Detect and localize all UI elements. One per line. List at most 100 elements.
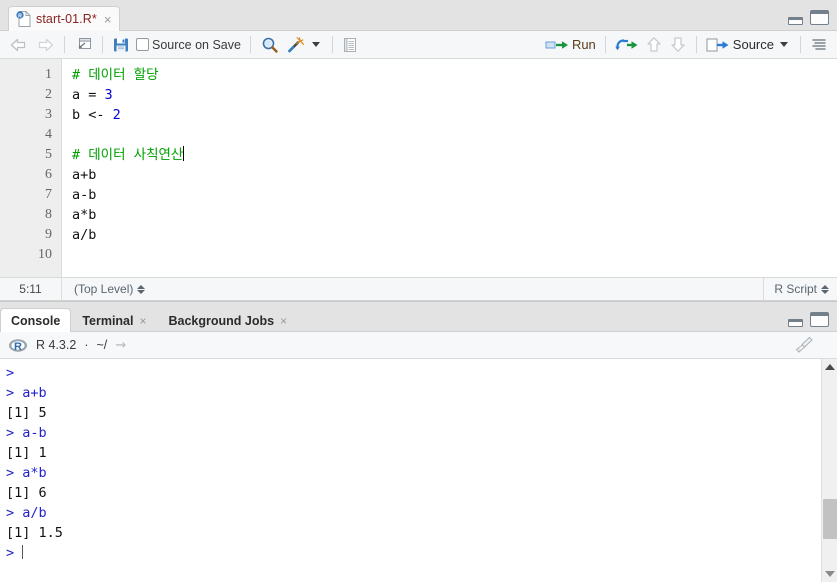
code-line: a = 3 xyxy=(72,85,837,105)
scroll-down-arrow-icon[interactable] xyxy=(822,566,837,582)
console-result: [1] 1.5 xyxy=(6,525,63,541)
tab-background-jobs[interactable]: Background Jobs × xyxy=(158,308,299,332)
rerun-button[interactable] xyxy=(612,34,642,55)
toolbar-divider xyxy=(604,36,606,53)
scroll-up-arrow-icon[interactable] xyxy=(822,359,837,375)
source-label: Source xyxy=(732,37,774,52)
compile-report-button[interactable] xyxy=(339,34,361,55)
line-number: 8 xyxy=(45,207,52,222)
working-directory-label[interactable]: ~/ xyxy=(96,338,107,352)
code-tools-button[interactable] xyxy=(283,34,326,55)
maximize-icon[interactable] xyxy=(810,10,829,25)
code-number: 3 xyxy=(104,87,113,103)
console-command: a/b xyxy=(22,505,47,521)
run-button[interactable]: Run xyxy=(542,34,599,55)
forward-arrow-icon xyxy=(38,38,54,51)
show-in-new-window-button[interactable] xyxy=(71,34,96,55)
code-line: a-b xyxy=(72,185,837,205)
tab-terminal[interactable]: Terminal × xyxy=(71,308,157,332)
code-number: 2 xyxy=(112,107,121,123)
source-tab-start-01[interactable]: R start-01.R* × xyxy=(8,6,121,31)
line-number: 10 xyxy=(38,247,52,262)
tab-background-jobs-close-icon[interactable]: × xyxy=(280,314,287,328)
go-to-next-chunk-icon xyxy=(671,37,685,52)
minimize-icon[interactable] xyxy=(788,17,803,25)
find-replace-button[interactable] xyxy=(257,34,283,55)
console-line: > xyxy=(6,543,837,563)
source-on-save-label: Source on Save xyxy=(152,37,241,52)
source-status-bar: 5:11 (Top Level) R Script xyxy=(0,277,837,300)
previous-chunk-button[interactable] xyxy=(642,34,666,55)
document-outline-button[interactable] xyxy=(807,34,831,55)
chevron-down-icon[interactable] xyxy=(311,42,320,47)
cursor-position: 5:11 xyxy=(0,278,62,300)
line-number: 1 xyxy=(45,67,52,82)
run-label: Run xyxy=(571,37,596,52)
source-icon xyxy=(706,38,729,51)
source-window-controls xyxy=(788,10,829,25)
source-on-save-checkbox[interactable] xyxy=(136,38,149,51)
source-tab-title: start-01.R* xyxy=(36,12,97,26)
chevron-down-icon[interactable] xyxy=(780,42,788,47)
scope-updown-icon[interactable] xyxy=(137,284,146,294)
console-line: [1] 1.5 xyxy=(6,523,837,543)
console-scrollbar[interactable] xyxy=(821,359,837,582)
code-line: a*b xyxy=(72,205,837,225)
code-assignment-lhs: b <- xyxy=(72,107,113,123)
scope-selector[interactable]: (Top Level) xyxy=(62,282,146,296)
tab-background-jobs-label: Background Jobs xyxy=(168,313,275,328)
line-number: 5 xyxy=(45,147,52,162)
line-number: 3 xyxy=(45,107,52,122)
code-text-area[interactable]: # 데이터 할당 a = 3 b <- 2 # 데이터 사칙연산 a+b a-b… xyxy=(62,59,837,277)
run-icon xyxy=(545,40,568,49)
next-chunk-button[interactable] xyxy=(666,34,690,55)
console-line: [1] 6 xyxy=(6,483,837,503)
r-version-label: R 4.3.2 xyxy=(36,338,77,352)
source-on-save-toggle[interactable]: Source on Save xyxy=(133,34,244,55)
code-editor[interactable]: 1 2 3 4 5 6 7 8 9 10 # 데이터 할당 a = 3 b <-… xyxy=(0,59,837,277)
rstudio-window: R start-01.R* × Source on Save Run Sourc… xyxy=(0,0,837,582)
scope-label: (Top Level) xyxy=(74,282,134,296)
file-type-updown-icon[interactable] xyxy=(821,284,829,294)
tab-console[interactable]: Console xyxy=(0,308,72,332)
console-session-bar: R R 4.3.2 · ~/ ⇝ xyxy=(0,332,837,359)
console-line: > xyxy=(6,363,837,383)
scrollbar-thumb[interactable] xyxy=(823,499,837,539)
console-prompt: > xyxy=(6,465,23,481)
code-assignment-lhs: a = xyxy=(72,87,105,103)
maximize-icon[interactable] xyxy=(810,312,829,327)
find-replace-icon xyxy=(262,37,278,53)
file-type-selector[interactable]: R Script xyxy=(763,278,829,300)
back-arrow-icon xyxy=(10,38,26,51)
tab-console-label: Console xyxy=(11,313,61,328)
file-type-label: R Script xyxy=(774,282,817,296)
minimize-icon[interactable] xyxy=(788,319,803,327)
back-button[interactable] xyxy=(6,34,32,55)
console-window-controls xyxy=(788,312,829,327)
source-button[interactable]: Source xyxy=(703,34,794,55)
compile-report-icon xyxy=(343,38,356,52)
code-line: b <- 2 xyxy=(72,105,837,125)
code-tools-magic-wand-icon xyxy=(288,36,305,52)
console-result: [1] 1 xyxy=(6,445,47,461)
source-tab-close-icon[interactable]: × xyxy=(102,13,112,26)
document-outline-icon xyxy=(812,38,826,50)
console-result: [1] 5 xyxy=(6,405,47,421)
toolbar-divider xyxy=(695,36,697,53)
console-prompt: > xyxy=(6,425,23,441)
show-in-new-window-icon xyxy=(78,38,91,49)
forward-button[interactable] xyxy=(32,34,58,55)
toolbar-divider xyxy=(64,36,65,53)
view-in-new-window-icon[interactable]: ⇝ xyxy=(115,337,126,353)
go-to-previous-chunk-icon xyxy=(647,37,661,52)
console-output[interactable]: > > a+b [1] 5 > a-b [1] 1 > a*b [1] 6 > … xyxy=(0,359,837,582)
save-button[interactable] xyxy=(109,34,133,55)
line-number: 2 xyxy=(45,87,52,102)
save-icon xyxy=(114,38,128,52)
clear-console-broom-icon[interactable] xyxy=(793,335,815,358)
tab-terminal-close-icon[interactable]: × xyxy=(139,314,146,328)
toolbar-divider xyxy=(249,36,251,53)
code-comment: # 데이터 사칙연산 xyxy=(72,147,184,163)
toolbar-divider xyxy=(331,36,333,53)
